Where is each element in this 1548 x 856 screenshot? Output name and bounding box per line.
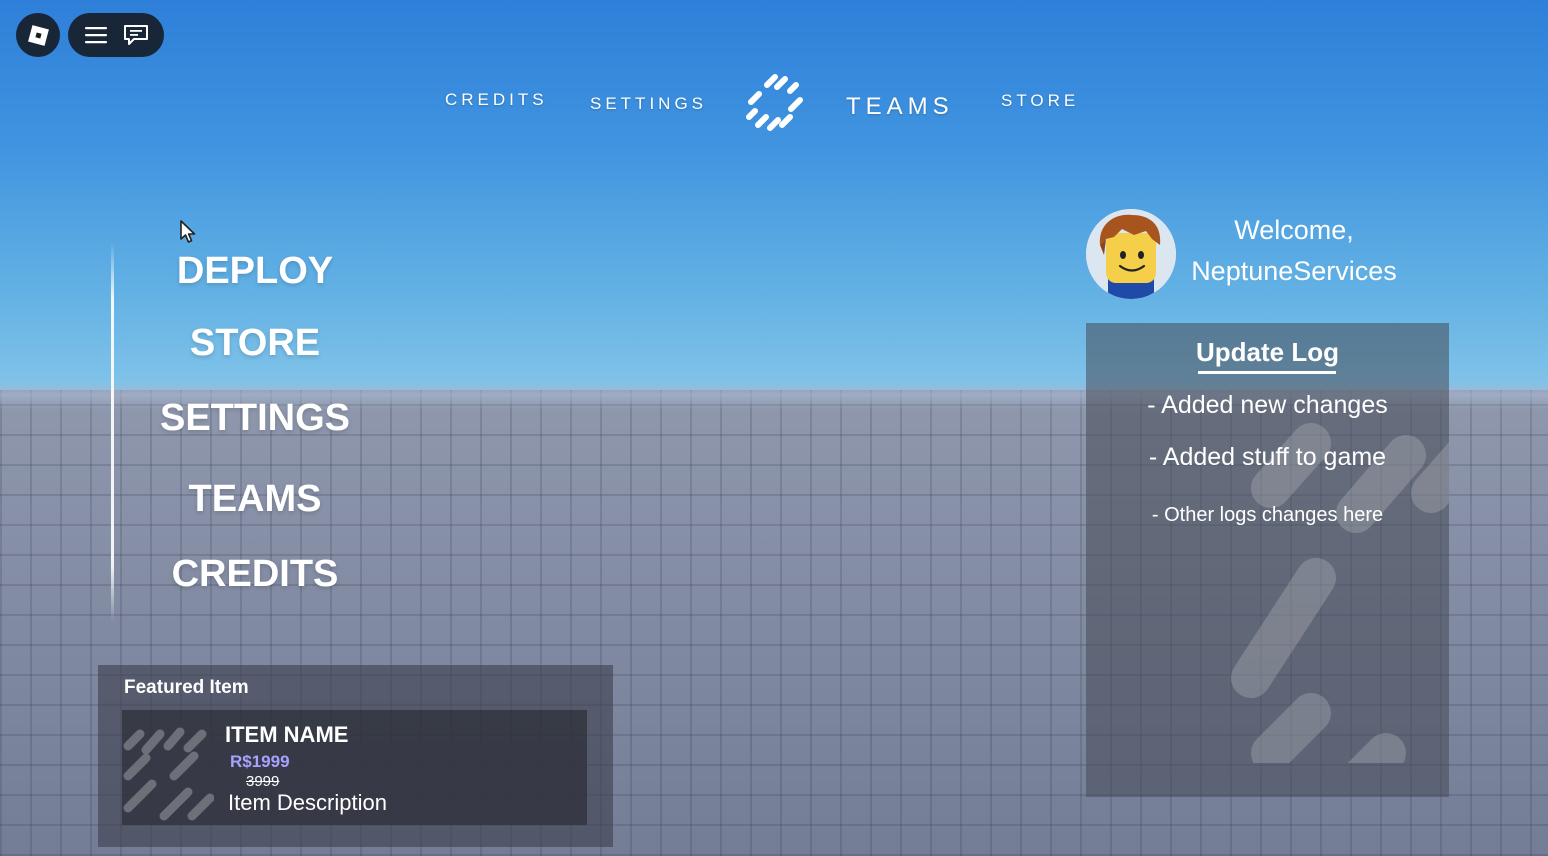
welcome-greeting: Welcome,	[1234, 215, 1354, 245]
side-menu-divider	[111, 242, 114, 622]
hamburger-menu-icon[interactable]	[84, 26, 108, 44]
featured-item-panel: Featured Item ITEM NAME R$1999 3999 Item…	[98, 665, 613, 847]
item-thumbnail-icon	[123, 727, 214, 821]
topnav-teams[interactable]: TEAMS	[846, 93, 954, 121]
update-log-entry: - Added stuff to game	[1148, 443, 1387, 471]
roblox-topbar-pill	[68, 13, 164, 57]
item-price: R$1999	[230, 752, 290, 771]
side-menu-deploy[interactable]: DEPLOY	[140, 250, 370, 293]
item-old-price: 3999	[246, 773, 280, 790]
roblox-menu-button[interactable]	[16, 13, 60, 57]
item-name: ITEM NAME	[225, 722, 349, 747]
update-log-title: Update Log	[1196, 337, 1339, 367]
side-menu-store[interactable]: STORE	[140, 322, 370, 365]
update-log-entry: - Added new changes	[1147, 391, 1388, 419]
welcome-username: NeptuneServices	[1191, 256, 1397, 286]
avatar	[1086, 209, 1176, 299]
update-log-underline	[1198, 371, 1336, 374]
side-menu-settings[interactable]: SETTINGS	[140, 397, 370, 440]
side-menu-teams[interactable]: TEAMS	[140, 478, 370, 521]
featured-item-card[interactable]: ITEM NAME R$1999 3999 Item Description	[122, 710, 587, 825]
topnav-store[interactable]: STORE	[1001, 91, 1079, 111]
chat-bubble-icon[interactable]	[123, 24, 149, 46]
mouse-cursor-icon	[180, 220, 196, 243]
update-log-panel: Update Log - Added new changes - Added s…	[1086, 323, 1449, 797]
striped-diamond-logo-icon[interactable]	[744, 73, 806, 133]
item-description: Item Description	[228, 790, 387, 815]
welcome-message: Welcome, NeptuneServices	[1184, 210, 1404, 292]
topnav-credits[interactable]: CREDITS	[445, 90, 548, 110]
roblox-logo-icon	[27, 24, 49, 46]
featured-item-title: Featured Item	[124, 677, 249, 698]
side-menu-credits[interactable]: CREDITS	[140, 553, 370, 596]
update-log-entry: - Other logs changes here	[1151, 504, 1384, 526]
topnav-settings[interactable]: SETTINGS	[590, 94, 707, 114]
